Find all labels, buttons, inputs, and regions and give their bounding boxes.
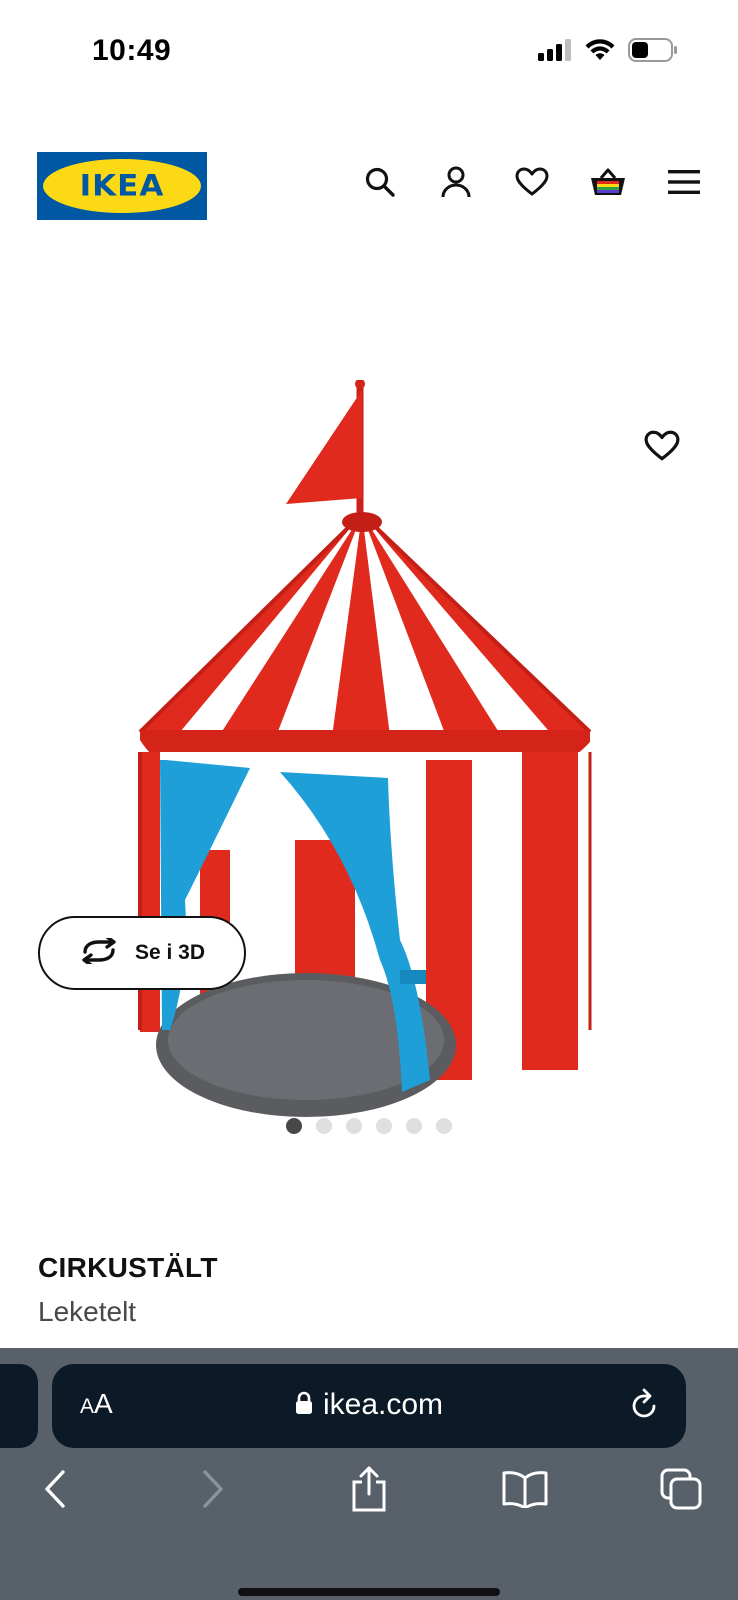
site-header: IKEA: [0, 150, 738, 220]
previous-tab-peek[interactable]: [0, 1364, 38, 1448]
carousel-dot[interactable]: [346, 1118, 362, 1134]
reload-icon: [628, 1388, 660, 1426]
back-button[interactable]: [30, 1466, 80, 1516]
tabs-button[interactable]: [656, 1466, 706, 1516]
carousel-dot[interactable]: [406, 1118, 422, 1134]
battery-icon: [628, 38, 678, 67]
url-display[interactable]: ikea.com: [52, 1388, 686, 1422]
bookmarks-button[interactable]: [500, 1466, 550, 1516]
product-media: Se i 3D: [0, 340, 738, 1160]
share-button[interactable]: [344, 1466, 394, 1516]
view-in-3d-button[interactable]: Se i 3D: [38, 916, 246, 990]
logo-oval: IKEA: [43, 159, 201, 213]
product-image[interactable]: [130, 379, 610, 1145]
logo-text: IKEA: [79, 168, 165, 204]
ikea-logo[interactable]: IKEA: [37, 152, 207, 220]
rotate-3d-icon: [79, 934, 119, 969]
browser-bottom-toolbar: [0, 1466, 738, 1526]
carousel-dots: [286, 1118, 452, 1134]
status-bar: 10:49: [0, 0, 738, 100]
shopping-bag-button[interactable]: [590, 166, 626, 202]
home-indicator[interactable]: [238, 1588, 500, 1596]
heart-outline-icon: [644, 430, 680, 466]
carousel-dot[interactable]: [376, 1118, 392, 1134]
shopping-bag-icon: [589, 167, 627, 202]
tabs-icon: [660, 1468, 702, 1515]
share-icon: [350, 1466, 388, 1517]
forward-button[interactable]: [188, 1466, 238, 1516]
back-icon: [43, 1469, 67, 1513]
search-icon: [364, 166, 396, 203]
account-icon: [440, 165, 472, 204]
url-text: ikea.com: [322, 1388, 444, 1421]
menu-button[interactable]: [666, 166, 702, 202]
cellular-signal-icon: [538, 39, 572, 66]
product-name: CIRKUSTÄLT: [38, 1252, 218, 1283]
header-icons: [362, 166, 702, 202]
carousel-dot[interactable]: [436, 1118, 452, 1134]
favorites-button[interactable]: [514, 166, 550, 202]
heart-icon: [515, 167, 549, 202]
lock-icon: [295, 1391, 313, 1420]
address-bar[interactable]: AA ikea.com: [52, 1364, 686, 1448]
view-in-3d-label: Se i 3D: [134, 941, 206, 964]
wifi-icon: [584, 38, 616, 67]
carousel-dot[interactable]: [286, 1118, 302, 1134]
search-button[interactable]: [362, 166, 398, 202]
status-time: 10:49: [92, 34, 172, 67]
forward-icon: [201, 1469, 225, 1513]
status-icons: [538, 38, 678, 67]
reload-button[interactable]: [628, 1388, 664, 1424]
browser-toolbar: AA ikea.com: [0, 1348, 738, 1600]
add-to-wishlist-button[interactable]: [644, 430, 684, 470]
account-button[interactable]: [438, 166, 474, 202]
product-type: Leketelt: [38, 1296, 137, 1327]
menu-icon: [668, 169, 700, 200]
carousel-dot[interactable]: [316, 1118, 332, 1134]
bookmarks-icon: [502, 1470, 548, 1513]
